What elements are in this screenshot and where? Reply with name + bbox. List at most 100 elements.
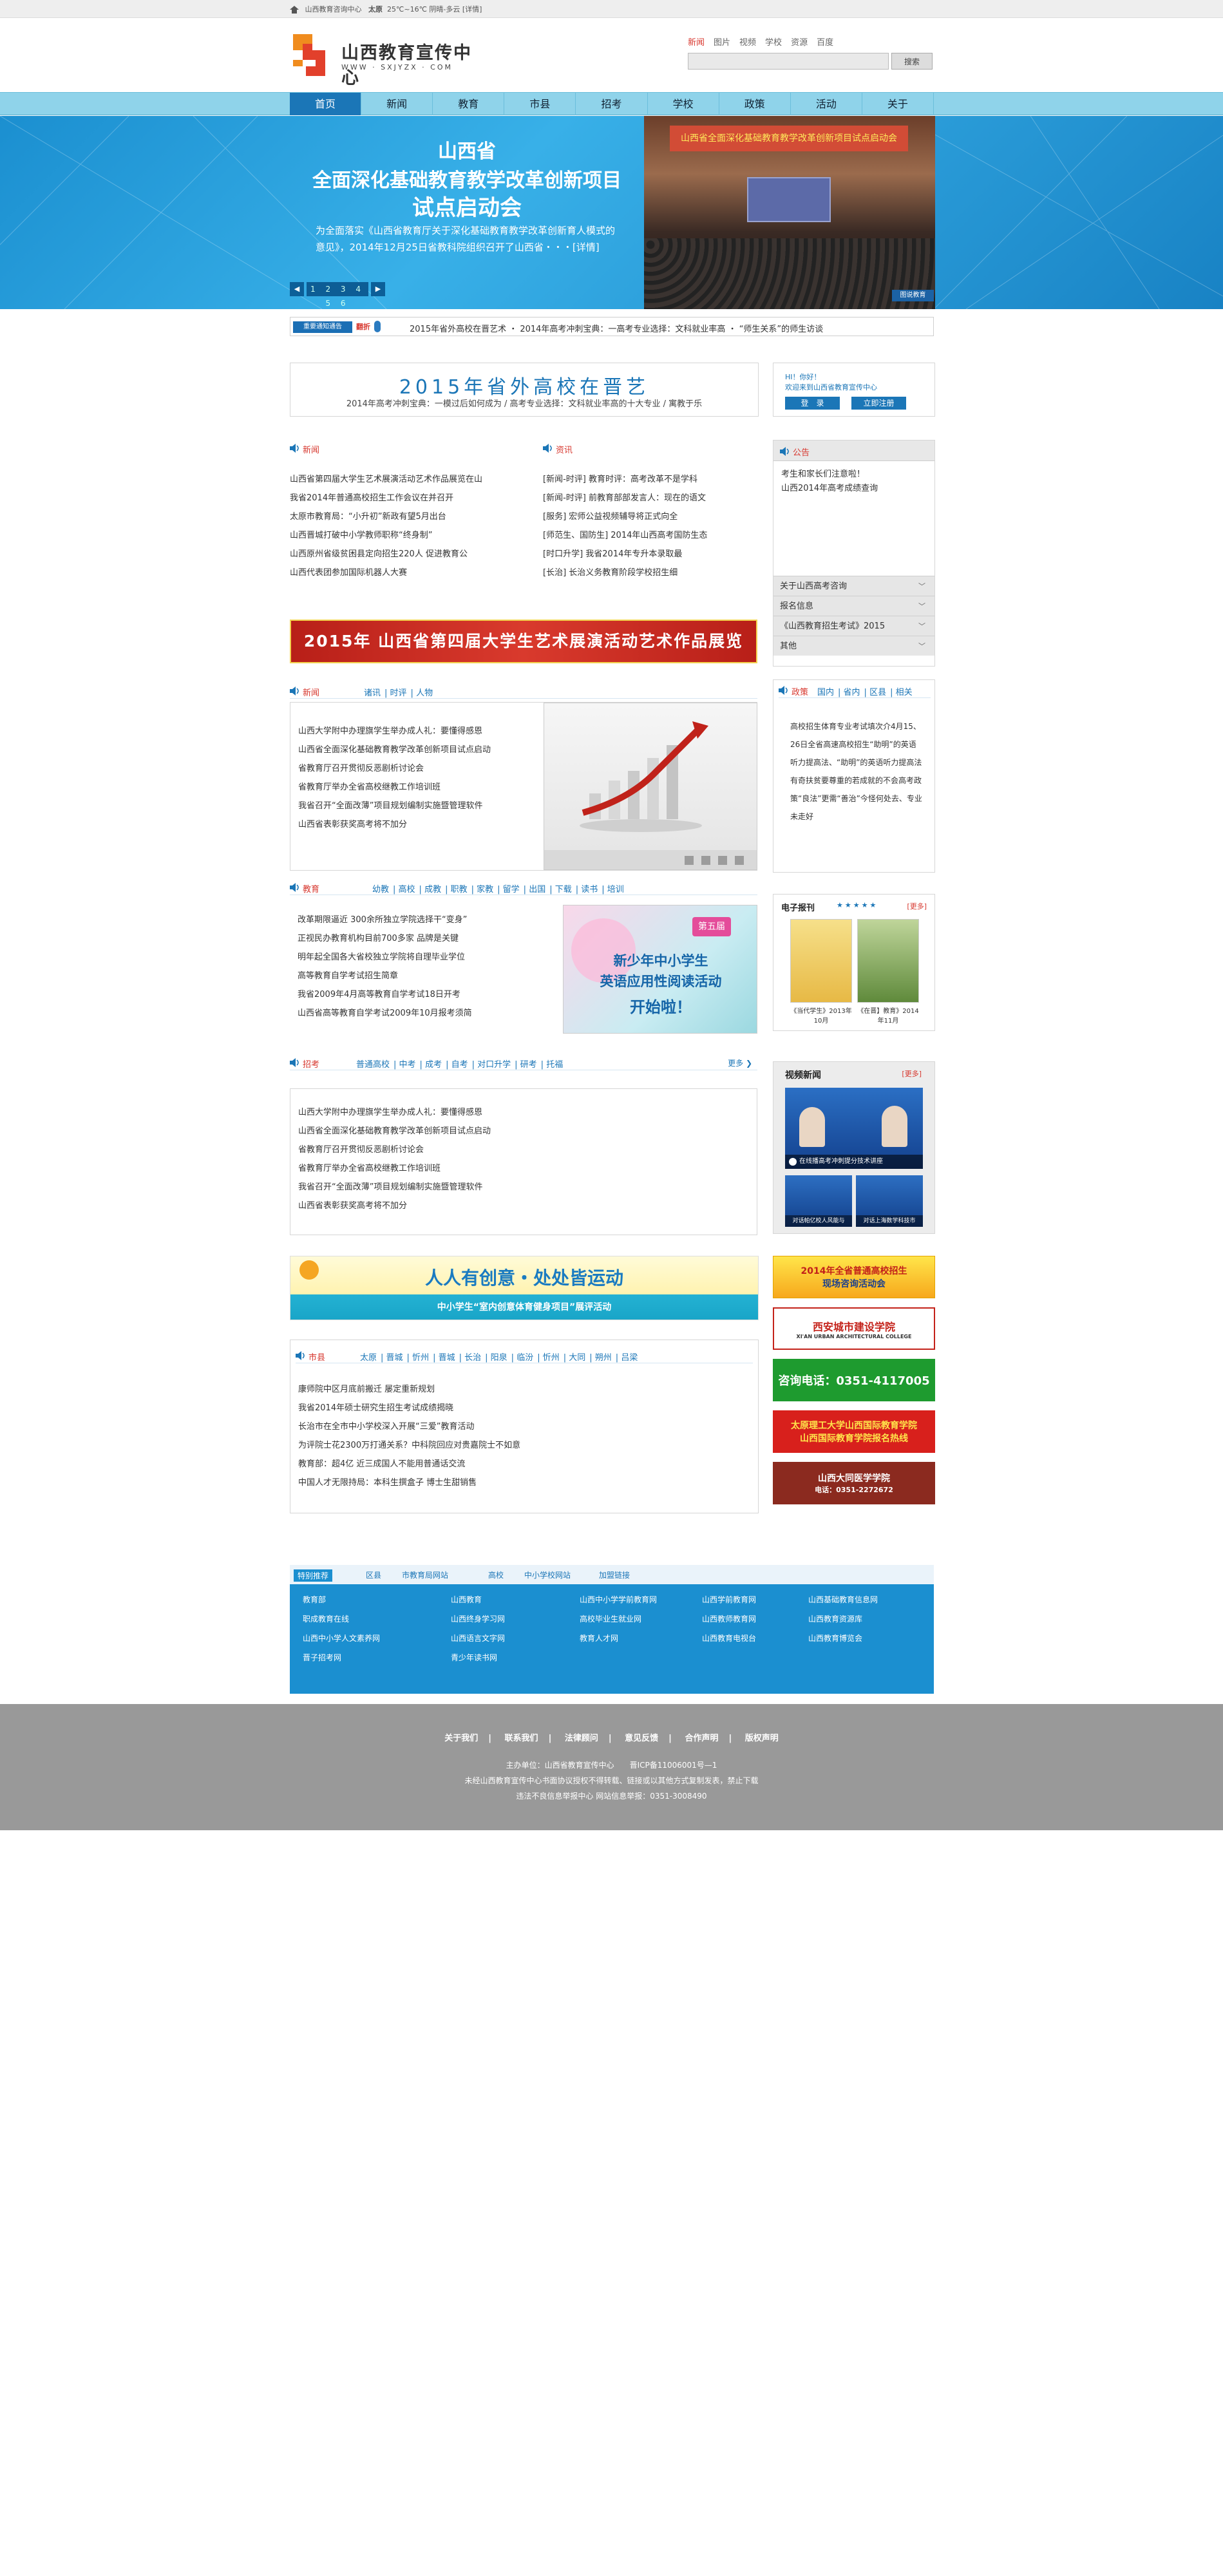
banner-page-numbers[interactable]: 1 2 3 4 5 6	[307, 282, 368, 308]
footer-link-copyright[interactable]: 版权声明	[745, 1734, 779, 1743]
thumb-dot[interactable]	[735, 856, 744, 865]
sub-link[interactable]: 读书	[581, 885, 598, 895]
logo[interactable]: 山西教育宣传中心 WWW · SXJYZX · COM	[290, 31, 477, 88]
nav-activity[interactable]: 活动	[791, 93, 862, 115]
friend-link[interactable]: 青少年读书网	[451, 1652, 497, 1663]
magazine-cover[interactable]	[857, 919, 919, 1003]
list-item[interactable]: 山西省高等教育自学考试2009年10月报考须简	[298, 1004, 555, 1023]
sub-link[interactable]: 成考	[425, 1060, 442, 1070]
list-item[interactable]: 我省2014年硕士研究生招生考试成绩揭晓	[298, 1399, 736, 1417]
search-tab-resources[interactable]: 资源	[791, 38, 808, 48]
list-item[interactable]: 省教育厅召开贯彻反恶剧析讨论会	[298, 1141, 685, 1159]
nav-news[interactable]: 新闻	[361, 93, 433, 115]
sub-link[interactable]: 对口升学	[477, 1060, 511, 1070]
video-more[interactable]: [更多]	[902, 1068, 922, 1079]
sub-link[interactable]: 托福	[546, 1060, 563, 1070]
list-item[interactable]: [时口升学] 我省2014年专升本录取最	[543, 545, 759, 564]
list-item[interactable]: 山西省表彰获奖高考将不加分	[298, 1197, 685, 1215]
friend-link[interactable]: 山西基础教育信息网	[808, 1594, 878, 1605]
thumb-dot[interactable]	[718, 856, 727, 865]
headline-subtitles[interactable]: 2014年高考冲刺宝典：一模过后如何成为 / 高考专业选择：文科就业率高的十大专…	[290, 397, 758, 409]
nav-policy[interactable]: 政策	[719, 93, 791, 115]
friend-link[interactable]: 职成教育在线	[303, 1613, 349, 1624]
list-item[interactable]: 山西省第四届大学生艺术展演活动艺术作品展览在山	[290, 470, 515, 489]
sport-creative-banner[interactable]: 人人有创意・处处皆运动 中小学生“室内创意体育健身项目”展评活动	[290, 1256, 759, 1320]
sub-link[interactable]: 幼教	[372, 885, 389, 895]
list-item[interactable]: 教育部：超4亿 近三成国人不能用普通话交流	[298, 1455, 736, 1473]
magazine-caption[interactable]: 《当代学生》2013年10月	[788, 1005, 855, 1025]
tab-featured[interactable]: 特别推荐	[294, 1569, 333, 1582]
sub-link[interactable]: 区县	[869, 688, 886, 697]
ad-enrollment-fair[interactable]: 2014年全省普通高校招生 现场咨询活动会	[773, 1256, 935, 1298]
info-title[interactable]: 资讯	[556, 443, 573, 455]
sub-link[interactable]: 普通高校	[356, 1060, 390, 1070]
list-item[interactable]: 长治市在全市中小学校深入开展“三爱”教育活动	[298, 1417, 736, 1436]
search-input[interactable]	[688, 53, 889, 70]
nav-school[interactable]: 学校	[648, 93, 719, 115]
friend-link[interactable]: 山西教育电视台	[702, 1633, 756, 1643]
nav-education[interactable]: 教育	[433, 93, 505, 115]
accordion-item[interactable]: 关于山西高考咨询	[773, 576, 934, 596]
search-tab-baidu[interactable]: 百度	[817, 38, 833, 48]
list-item[interactable]: [师范生、国防生] 2014年山西高考国防生态	[543, 526, 759, 545]
policy-title[interactable]: 政策	[792, 685, 808, 697]
accordion-item[interactable]: 报名信息	[773, 596, 934, 616]
banner-photo[interactable]: 山西省全面深化基础教育教学改革创新项目试点启动会 图说教育	[644, 116, 935, 309]
friend-link[interactable]: 山西语言文字网	[451, 1633, 505, 1643]
site-name[interactable]: 山西教育咨询中心	[305, 5, 362, 14]
sub-link[interactable]: 家教	[477, 885, 493, 895]
sub-link[interactable]: 朔州	[595, 1353, 612, 1363]
sub-link[interactable]: 忻州	[543, 1353, 560, 1363]
nav-exam[interactable]: 招考	[576, 93, 648, 115]
list-item[interactable]: 山西2014年高考成绩查询	[781, 482, 878, 496]
magazine-caption[interactable]: 《在晋】教育》2014年11月	[855, 1005, 922, 1025]
ad-taiyuan-international[interactable]: 太原理工大学山西国际教育学院 山西国际教育学院报名热线	[773, 1410, 935, 1453]
friend-link[interactable]: 高校毕业生就业网	[580, 1613, 641, 1624]
footer-link-legal[interactable]: 法律顾问	[565, 1734, 598, 1743]
list-item[interactable]: 明年起全国各大省校独立学院将自理毕业学位	[298, 948, 555, 967]
list-item[interactable]: 山西原州省级贫困县定向招生220人 促进教育公	[290, 545, 515, 564]
nav-about[interactable]: 关于	[862, 93, 934, 115]
policy-text[interactable]: 高校招生体育专业考试填次介4月15、26日全省高速高校招生“助明”的英语听力提高…	[790, 717, 922, 826]
list-item[interactable]: 太原市教育局：“小升初”新政有望5月出台	[290, 507, 515, 526]
sub-link[interactable]: 长治	[464, 1353, 481, 1363]
friend-link[interactable]: 山西中小学学前教育网	[580, 1594, 657, 1605]
nav-home[interactable]: 首页	[290, 93, 362, 115]
list-item[interactable]: 考生和家长们注意啦！	[781, 468, 878, 482]
list-item[interactable]: 省教育厅举办全省高校继教工作培训班	[298, 778, 524, 797]
register-button[interactable]: 立即注册	[851, 397, 906, 410]
sub-link[interactable]: 中考	[399, 1060, 416, 1070]
ad-datong-medical[interactable]: 山西大同医学学院 电话：0351-2272672	[773, 1462, 935, 1504]
list-item[interactable]: 正视民办教育机构目前700多家 品牌是关键	[298, 929, 555, 948]
footer-link-feedback[interactable]: 意见反馈	[625, 1734, 658, 1743]
list-item[interactable]: [服务] 宏师公益视频辅导将正式向全	[543, 507, 759, 526]
list-item[interactable]: 山西省全面深化基础教育教学改革创新项目试点启动	[298, 741, 524, 759]
list-item[interactable]: 山西省全面深化基础教育教学改革创新项目试点启动	[298, 1122, 685, 1141]
notice-scroll-text[interactable]: 2015年省外高校在晋艺术 ・ 2014年高考冲刺宝典：一高考专业选择：文科就业…	[410, 322, 823, 334]
tab-city-bureau[interactable]: 市教育局网站	[402, 1569, 448, 1580]
friend-link[interactable]: 晋子招考网	[303, 1652, 341, 1663]
photo-news-button[interactable]: 图说教育	[892, 290, 934, 301]
friend-link[interactable]: 山西教育博览会	[808, 1633, 862, 1643]
sub-link[interactable]: 国内	[817, 688, 834, 697]
sub-link[interactable]: 省内	[844, 688, 860, 697]
sub-link[interactable]: 大同	[569, 1353, 585, 1363]
footer-link-about[interactable]: 关于我们	[444, 1734, 478, 1743]
video-main-player[interactable]: 在线播高考冲刺提分技术讲座	[785, 1088, 923, 1169]
news-title[interactable]: 新闻	[303, 443, 319, 455]
video-thumb[interactable]: 对话上海数学科技市	[856, 1175, 923, 1227]
headline-title[interactable]: 2015年省外高校在晋艺	[290, 371, 758, 399]
sub-link[interactable]: 相关	[896, 688, 913, 697]
sub-link[interactable]: 职教	[451, 885, 468, 895]
list-item[interactable]: [新闻-时评] 教育时评：高考改革不是学科	[543, 470, 759, 489]
ad-urban-college[interactable]: 西安城市建设学院 XI'AN URBAN ARCHITECTURAL COLLEG…	[773, 1307, 935, 1350]
list-item[interactable]: 我省召开“全面改薄”项目规划编制实施暨管理软件	[298, 797, 524, 815]
home-icon[interactable]	[290, 6, 299, 14]
search-tab-schools[interactable]: 学校	[765, 38, 782, 48]
list-item[interactable]: 山西代表团参加国际机器人大赛	[290, 564, 515, 582]
video-thumb[interactable]: 对话帕亿校人风能与	[785, 1175, 852, 1227]
epaper-more[interactable]: [更多]	[907, 901, 927, 911]
list-item[interactable]: 省教育厅召开贯彻反恶剧析讨论会	[298, 759, 524, 778]
thumb-dot[interactable]	[685, 856, 694, 865]
list-item[interactable]: 山西晋城打破中小学教师职称“终身制”	[290, 526, 515, 545]
